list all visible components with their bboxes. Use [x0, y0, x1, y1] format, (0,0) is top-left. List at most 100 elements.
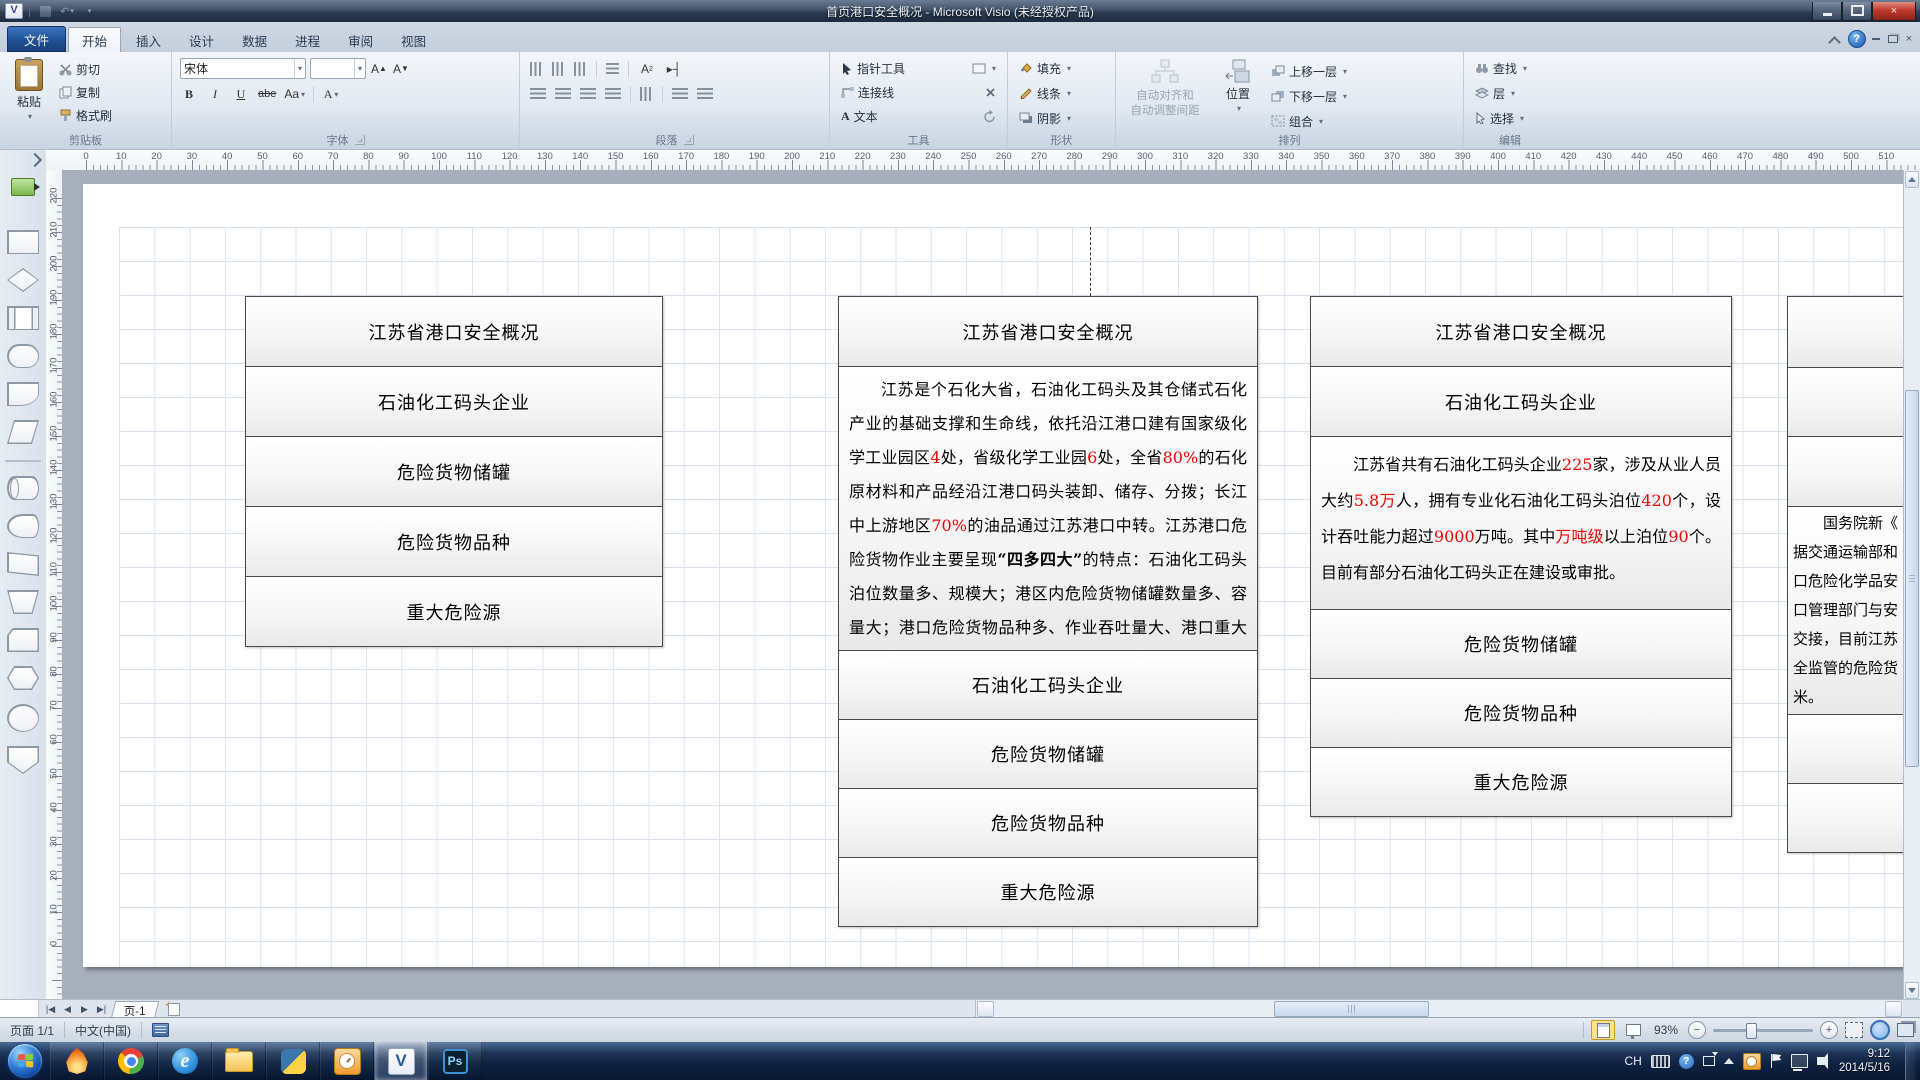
bold-button[interactable]: B: [180, 85, 198, 103]
flow-shape[interactable]: 危险货物品种: [245, 506, 663, 577]
text-direction-rotate-icon[interactable]: [574, 62, 587, 76]
horizontal-scrollbar[interactable]: [975, 1000, 1903, 1018]
line-spacing-icon[interactable]: [640, 87, 653, 101]
paragraph-dialog-launcher-icon[interactable]: [684, 135, 694, 145]
increase-indent-icon[interactable]: [697, 88, 713, 101]
flow-shape[interactable]: 江苏是个石化大省，石油化工码头及其仓储式石化产业的基础支撑和生命线，依托沿江港口…: [838, 366, 1258, 651]
send-backward-button[interactable]: 下移一层▾: [1268, 86, 1350, 106]
cylinder-shape-icon[interactable]: [7, 476, 39, 500]
flow-shape[interactable]: 危险货物品种: [838, 788, 1258, 858]
switch-windows-button[interactable]: [1897, 1023, 1914, 1037]
taskbar-chrome[interactable]: [104, 1042, 158, 1080]
taskbar-windows-explorer[interactable]: [212, 1042, 266, 1080]
keyboard-button[interactable]: [1651, 1055, 1670, 1068]
next-page-button[interactable]: ▶: [77, 1002, 92, 1016]
position-button[interactable]: 位置 ▾: [1216, 56, 1260, 131]
normal-view-button[interactable]: [1591, 1020, 1615, 1040]
group-button[interactable]: 组合▾: [1268, 111, 1350, 131]
help-icon[interactable]: ?: [1848, 30, 1866, 48]
flow-shape[interactable]: 江苏省港口安全概况: [838, 296, 1258, 367]
taskbar-internet-explorer[interactable]: e: [158, 1042, 212, 1080]
font-color-button[interactable]: A▾: [322, 85, 340, 103]
flow-shape[interactable]: 江苏省共有石油化工码头企业225家，涉及从业人员大约5.8万人，拥有专业化石油化…: [1310, 436, 1732, 610]
visio-app-icon[interactable]: V: [5, 3, 23, 19]
ime-help-button[interactable]: ?: [1679, 1054, 1694, 1069]
flow-shape[interactable]: 石油化工码头企业: [838, 650, 1258, 720]
font-dialog-launcher-icon[interactable]: [355, 135, 365, 145]
inv-trapezoid-shape-icon[interactable]: [7, 590, 39, 614]
bring-forward-button[interactable]: 上移一层▾: [1268, 61, 1350, 81]
tray-outlook-reminder[interactable]: [1743, 1053, 1761, 1070]
line-button[interactable]: 线条▾: [1016, 83, 1107, 103]
flow-shape[interactable]: 重大危险源: [838, 857, 1258, 927]
hexagon-shape-icon[interactable]: [7, 666, 39, 690]
rectangle-tool-button[interactable]: ▾: [969, 58, 999, 78]
fit-page-button[interactable]: [1845, 1022, 1863, 1038]
card-shape-icon[interactable]: [7, 628, 39, 652]
superscript-icon[interactable]: A2: [638, 60, 656, 78]
doc-restore-icon[interactable]: [1888, 35, 1898, 43]
start-button[interactable]: [8, 1044, 42, 1078]
expand-shapes-panel-button[interactable]: [0, 150, 46, 170]
align-right-icon[interactable]: [580, 88, 596, 101]
paste-button[interactable]: 粘贴 ▾: [4, 56, 54, 131]
scroll-right-button[interactable]: [1885, 1001, 1902, 1017]
flow-shape[interactable]: 石油化工码头企业: [245, 366, 663, 437]
dashed-guide-line[interactable]: [1090, 227, 1091, 296]
flow-shape[interactable]: 江苏省港口安全概况: [1310, 296, 1732, 367]
parallelogram-shape-icon[interactable]: [7, 420, 39, 444]
align-center-icon[interactable]: [555, 88, 571, 101]
flow-shape[interactable]: 重大危险源: [245, 576, 663, 647]
auto-align-button[interactable]: 自动对齐和 自动调整间距: [1122, 56, 1208, 131]
taskbar-python[interactable]: [266, 1042, 320, 1080]
change-case-button[interactable]: Aa▾: [284, 85, 305, 103]
horizontal-scroll-thumb[interactable]: [1274, 1001, 1429, 1017]
vertical-scroll-thumb[interactable]: [1905, 390, 1919, 767]
align-left-icon[interactable]: [530, 88, 546, 101]
scroll-up-button[interactable]: [1905, 171, 1919, 188]
vertical-scrollbar[interactable]: [1903, 170, 1920, 1000]
flow-shape[interactable]: 重大危险源: [1310, 747, 1732, 817]
paragraph-marks-icon[interactable]: ▸┤: [665, 60, 683, 78]
close-button[interactable]: ×: [1872, 2, 1916, 21]
show-desktop-button[interactable]: [1905, 1042, 1916, 1080]
shrink-font-button[interactable]: A▼: [392, 60, 410, 78]
tab-review[interactable]: 审阅: [335, 28, 386, 52]
scroll-down-button[interactable]: [1905, 982, 1919, 999]
flow-shape[interactable]: 石油化工码头企业: [1310, 366, 1732, 437]
flow-shape[interactable]: [1787, 367, 1904, 437]
subprocess-shape-icon[interactable]: [7, 306, 39, 330]
text-direction-icon[interactable]: [530, 62, 543, 76]
zoom-slider[interactable]: [1713, 1029, 1813, 1032]
font-size-select[interactable]: ▾: [310, 58, 366, 79]
decrease-indent-icon[interactable]: [672, 88, 688, 101]
flow-shape[interactable]: 国务院新《据交通运输部和口危险化学品安口管理部门与安交接，目前江苏全监管的危险货…: [1787, 506, 1904, 715]
prev-page-button[interactable]: ◀: [60, 1002, 75, 1016]
strikethrough-button[interactable]: abe: [258, 85, 276, 103]
maximize-button[interactable]: [1842, 2, 1872, 21]
tab-view[interactable]: 视图: [388, 28, 439, 52]
flow-shape[interactable]: 江苏省港口安全概况: [245, 296, 663, 367]
last-page-button[interactable]: ▶|: [94, 1002, 109, 1016]
tab-file[interactable]: 文件: [7, 26, 66, 52]
zoom-in-button[interactable]: +: [1820, 1021, 1838, 1039]
doc-close-icon[interactable]: ×: [1906, 33, 1912, 45]
text-tool-button[interactable]: A 文本: [838, 106, 881, 126]
tray-clock[interactable]: 9:12 2014/5/16: [1833, 1047, 1896, 1075]
flow-shape[interactable]: [1787, 436, 1904, 507]
zoom-level[interactable]: 93%: [1651, 1023, 1681, 1037]
flow-shape[interactable]: 危险货物储罐: [1310, 609, 1732, 679]
tab-data[interactable]: 数据: [229, 28, 280, 52]
italic-button[interactable]: I: [206, 85, 224, 103]
pointer-tool-button[interactable]: 指针工具: [838, 58, 908, 78]
stored-data-shape-icon[interactable]: [7, 514, 39, 538]
tab-design[interactable]: 设计: [176, 28, 227, 52]
format-painter-button[interactable]: 格式刷: [56, 105, 115, 125]
language-badge[interactable]: CH: [1624, 1054, 1641, 1068]
text-direction-vertical-icon[interactable]: [552, 62, 565, 76]
page-tab[interactable]: 页-1: [111, 1001, 159, 1019]
page-indicator[interactable]: 页面 1/1: [0, 1018, 64, 1042]
show-hidden-icons-button[interactable]: [1724, 1058, 1734, 1064]
open-stencil-icon[interactable]: [11, 178, 35, 196]
flow-shape[interactable]: 危险货物储罐: [245, 436, 663, 507]
